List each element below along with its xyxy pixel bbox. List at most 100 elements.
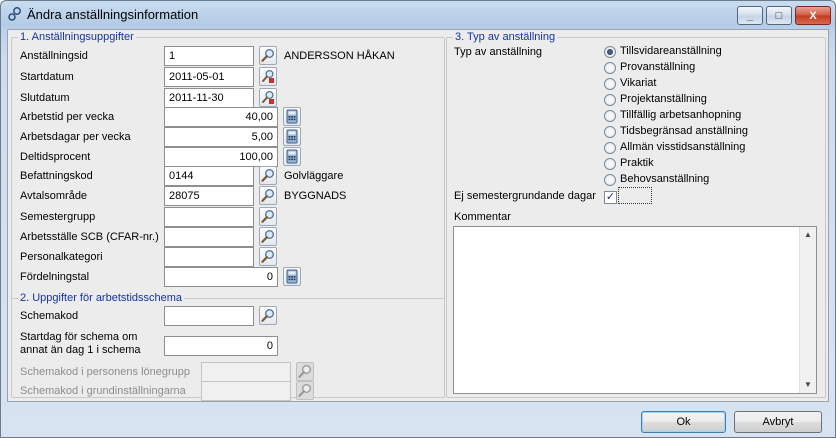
- deltidsprocent-calculator-button[interactable]: [283, 147, 301, 166]
- radio-button[interactable]: [604, 78, 616, 90]
- arbetsstalle-field[interactable]: [164, 227, 254, 247]
- search-icon: [261, 309, 274, 322]
- section-1-title: 1. Anställningsuppgifter: [18, 31, 136, 43]
- arbetsdagar-calculator-button[interactable]: [283, 127, 301, 146]
- minimize-button[interactable]: _: [737, 6, 763, 25]
- ok-button[interactable]: Ok: [641, 411, 726, 433]
- schemakod-field[interactable]: [164, 306, 254, 326]
- arbetsdagar-field[interactable]: 5,00: [164, 127, 278, 147]
- semestergrupp-lookup-button[interactable]: [259, 207, 277, 226]
- radio-label: Tillfällig arbetsanhopning: [620, 109, 742, 121]
- personalkategori-lookup-button[interactable]: [259, 247, 277, 266]
- arbetstid-calculator-button[interactable]: [283, 107, 301, 126]
- arbetsstalle-lookup-button[interactable]: [259, 227, 277, 246]
- radio-label: Praktik: [620, 157, 654, 169]
- grund-lookup-button: [296, 381, 314, 400]
- radio-button[interactable]: [604, 174, 616, 186]
- arbetstid-label: Arbetstid per vecka: [20, 111, 115, 123]
- radio-label: Projektanställning: [620, 93, 707, 105]
- grund-schemakod-field: [201, 381, 291, 401]
- slutdatum-label: Slutdatum: [20, 92, 70, 104]
- search-icon: [261, 189, 274, 202]
- startdag-field[interactable]: 0: [164, 336, 278, 356]
- checkmark-icon: ✓: [605, 191, 616, 203]
- close-button[interactable]: X: [795, 6, 831, 25]
- calendar-lookup-icon: [262, 90, 274, 104]
- fordelningstal-calculator-button[interactable]: [283, 267, 301, 286]
- semestergrupp-label: Semestergrupp: [20, 211, 96, 223]
- schemakod-lookup-button[interactable]: [259, 306, 277, 325]
- anstallningsid-lookup-button[interactable]: [259, 46, 277, 65]
- radio-label: Behovsanställning: [620, 173, 710, 185]
- comment-textarea[interactable]: ▲ ▼: [453, 226, 817, 394]
- startdatum-lookup-button[interactable]: [259, 67, 277, 86]
- avtalsomrade-field[interactable]: 28075: [164, 186, 254, 206]
- calculator-icon: [286, 129, 298, 144]
- radio-button[interactable]: [604, 46, 616, 58]
- befattningskod-lookup-button[interactable]: [259, 166, 277, 185]
- comment-scrollbar[interactable]: ▲ ▼: [799, 227, 816, 393]
- fordelningstal-label: Fördelningstal: [20, 271, 90, 283]
- search-icon: [261, 49, 274, 62]
- section-3-title: 3. Typ av anställning: [453, 31, 558, 43]
- radio-label: Tillsvidareanställning: [620, 45, 722, 57]
- ej-semester-days-field[interactable]: [618, 187, 652, 204]
- lonegrupp-lookup-button: [296, 362, 314, 381]
- calculator-icon: [286, 149, 298, 164]
- radio-label: Vikariat: [620, 77, 657, 89]
- anstallningsid-field[interactable]: 1: [164, 46, 254, 66]
- avtalsomrade-label: Avtalsområde: [20, 190, 88, 202]
- window-title: Ändra anställningsinformation: [27, 7, 199, 22]
- calendar-lookup-icon: [262, 69, 274, 83]
- radio-label: Provanställning: [620, 61, 696, 73]
- personalkategori-label: Personalkategori: [20, 251, 103, 263]
- slutdatum-lookup-button[interactable]: [259, 88, 277, 107]
- deltidsprocent-label: Deltidsprocent: [20, 151, 91, 163]
- anstallningsid-description: ANDERSSON HÅKAN: [284, 50, 395, 62]
- ej-semester-label: Ej semestergrundande dagar: [454, 190, 596, 202]
- befattningskod-field[interactable]: 0144: [164, 166, 254, 186]
- section-2-title: 2. Uppgifter för arbetstidsschema: [18, 292, 185, 304]
- arbetstid-field[interactable]: 40,00: [164, 107, 278, 127]
- ej-semester-checkbox[interactable]: ✓: [604, 191, 617, 204]
- employment-type-label: Typ av anställning: [454, 46, 543, 58]
- startdatum-field[interactable]: 2011-05-01: [164, 67, 254, 87]
- radio-button[interactable]: [604, 126, 616, 138]
- radio-label: Allmän visstidsanställning: [620, 141, 746, 153]
- avtalsomrade-description: BYGGNADS: [284, 190, 347, 202]
- arbetsstalle-label: Arbetsställe SCB (CFAR-nr.): [20, 231, 159, 243]
- search-icon: [261, 169, 274, 182]
- radio-button[interactable]: [604, 110, 616, 122]
- calculator-icon: [286, 109, 298, 124]
- search-icon: [298, 384, 311, 397]
- lonegrupp-schemakod-label: Schemakod i personens lönegrupp: [20, 366, 191, 378]
- dialog-window: Ändra anställningsinformation _ □ X 1. A…: [0, 0, 836, 438]
- radio-button[interactable]: [604, 94, 616, 106]
- grund-schemakod-label: Schemakod i grundinställningarna: [20, 385, 186, 397]
- title-bar[interactable]: Ändra anställningsinformation _ □ X: [1, 1, 835, 29]
- radio-button[interactable]: [604, 62, 616, 74]
- comment-label: Kommentar: [454, 211, 511, 223]
- avtalsomrade-lookup-button[interactable]: [259, 186, 277, 205]
- radio-button[interactable]: [604, 142, 616, 154]
- deltidsprocent-field[interactable]: 100,00: [164, 147, 278, 167]
- befattningskod-description: Golvläggare: [284, 170, 344, 182]
- startdag-label-line-1: Startdag för schema om: [20, 331, 138, 343]
- schemakod-label: Schemakod: [20, 310, 79, 322]
- fordelningstal-field[interactable]: 0: [164, 267, 278, 287]
- calculator-icon: [286, 269, 298, 284]
- maximize-button[interactable]: □: [766, 6, 792, 25]
- cancel-button[interactable]: Avbryt: [734, 411, 822, 433]
- scroll-down-icon[interactable]: ▼: [800, 377, 816, 393]
- startdatum-label: Startdatum: [20, 71, 74, 83]
- search-icon: [261, 210, 274, 223]
- scroll-up-icon[interactable]: ▲: [800, 227, 816, 243]
- slutdatum-field[interactable]: 2011-11-30: [164, 88, 254, 108]
- search-icon: [298, 365, 311, 378]
- befattningskod-label: Befattningskod: [20, 170, 93, 182]
- arbetsdagar-label: Arbetsdagar per vecka: [20, 131, 131, 143]
- semestergrupp-field[interactable]: [164, 207, 254, 227]
- personalkategori-field[interactable]: [164, 247, 254, 267]
- anstallningsid-label: Anställningsid: [20, 50, 88, 62]
- radio-button[interactable]: [604, 158, 616, 170]
